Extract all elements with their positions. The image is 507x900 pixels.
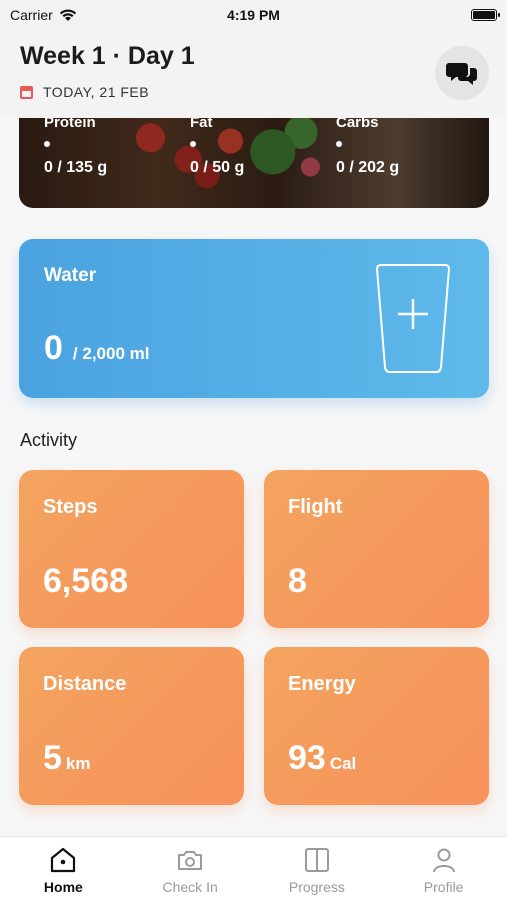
macro-protein: Protein 0 / 135 g [44,114,107,177]
progress-dot [336,141,342,147]
carrier-label: Carrier [10,7,53,23]
camera-icon [178,851,203,870]
tile-value: 5 km [43,739,91,777]
water-current: 0 [44,329,63,367]
activity-title: Activity [20,430,78,450]
home-icon [51,847,76,873]
page-title: Week 1 · Day 1 [20,42,195,70]
tab-profile[interactable]: Profile [380,837,507,900]
tab-progress[interactable]: Progress [254,837,381,900]
tab-home[interactable]: Home [0,837,127,900]
date-label: TODAY, 21 FEB [43,84,150,100]
macro-value: 0 / 135 g [44,159,108,176]
tile-value: 6,568 [43,562,129,600]
steps-tile[interactable]: Steps 6,568 [19,470,244,628]
person-icon [432,848,455,873]
chat-button[interactable] [435,46,489,100]
progress-dot [44,141,50,147]
progress-dot [190,141,196,147]
macro-value: 0 / 50 g [190,159,245,176]
macro-fat: Fat 0 / 50 g [190,114,244,177]
water-card[interactable]: Water 0 / 2,000 ml [19,239,489,398]
status-bar: Carrier 4:19 PM [0,0,507,30]
book-icon [304,848,329,872]
tab-label: Progress [288,879,345,895]
macro-carbs: Carbs 0 / 202 g [336,114,399,177]
tile-value: 8 [288,562,307,600]
water-goal: / 2,000 ml [72,344,150,363]
tile-value: 93 Cal [288,739,357,777]
tile-label: Steps [43,496,98,518]
water-title: Water [44,265,97,286]
wifi-icon [59,8,76,21]
tile-label: Distance [43,673,127,695]
add-water-icon[interactable] [373,263,453,375]
flight-tile[interactable]: Flight 8 [264,470,489,628]
tile-label: Flight [288,496,343,518]
macro-value: 0 / 202 g [336,159,400,176]
calendar-icon [20,85,33,99]
status-time: 4:19 PM [227,7,280,23]
battery-icon [471,9,500,21]
tab-bar: Home Check In Progress Profile [0,836,507,900]
water-amount: 0 / 2,000 ml [44,329,149,368]
tab-label: Check In [162,879,218,895]
energy-tile[interactable]: Energy 93 Cal [264,647,489,805]
distance-tile[interactable]: Distance 5 km [19,647,244,805]
tile-label: Energy [288,673,356,695]
tab-label: Home [43,879,83,895]
date-row: TODAY, 21 FEB [20,84,149,100]
tab-label: Profile [423,879,464,895]
chat-bubbles-icon [446,63,477,85]
tab-check-in[interactable]: Check In [127,837,254,900]
